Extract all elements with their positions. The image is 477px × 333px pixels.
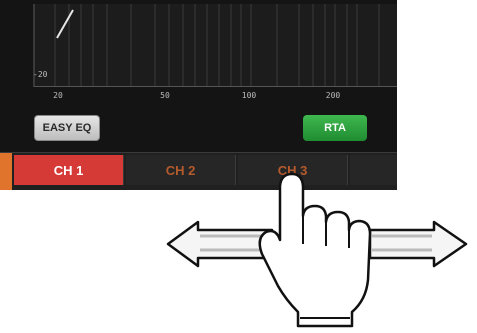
hand-pointer-icon (258, 172, 372, 328)
arrow-left-icon (166, 220, 274, 268)
swipe-gesture-illustration (166, 172, 468, 328)
arrow-right-icon (368, 220, 468, 268)
